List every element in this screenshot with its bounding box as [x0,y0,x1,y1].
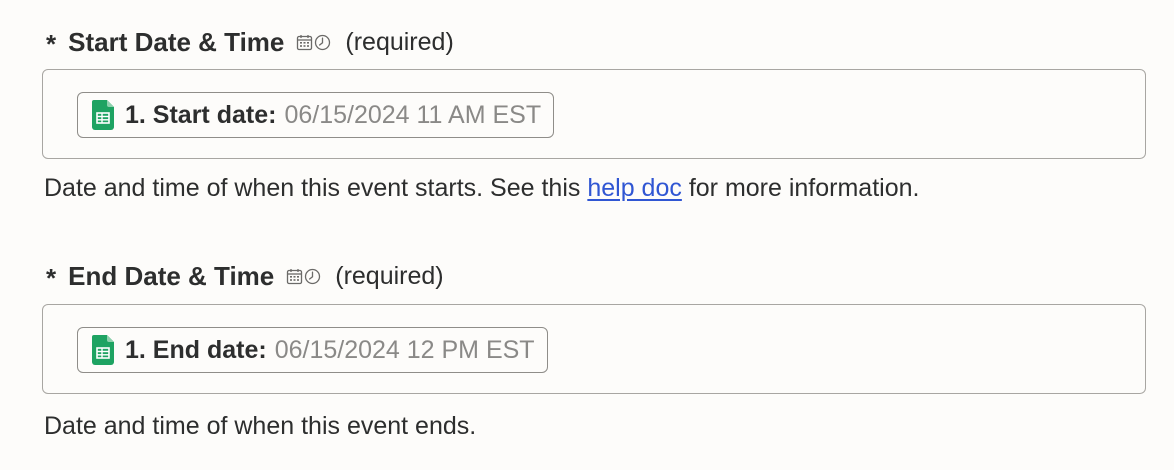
event-date-fields: * Start Date & Time (required) 1. Start … [0,0,1174,470]
pill-value: 06/15/2024 11 AM EST [284,100,542,129]
field-type-icons [286,268,321,285]
end-date-time-input[interactable]: 1. End date: 06/15/2024 12 PM EST [42,304,1146,394]
help-doc-link[interactable]: help doc [587,174,682,202]
field-type-icons [296,34,331,51]
field-label: Start Date & Time [68,26,285,57]
required-asterisk: * [46,263,57,293]
field-help-text: Date and time of when this event starts.… [44,174,919,203]
mapped-field-pill[interactable]: 1. End date: 06/15/2024 12 PM EST [77,327,548,373]
field-help-text: Date and time of when this event ends. [44,412,476,441]
help-text-before: Date and time of when this event starts.… [44,174,588,202]
help-text: Date and time of when this event ends. [44,412,477,440]
required-asterisk: * [46,29,57,59]
start-date-time-input[interactable]: 1. Start date: 06/15/2024 11 AM EST [42,69,1146,159]
mapped-field-pill[interactable]: 1. Start date: 06/15/2024 11 AM EST [77,92,555,138]
clock-icon [305,268,321,284]
field-label-row: * Start Date & Time (required) [46,24,454,60]
pill-value: 06/15/2024 12 PM EST [274,335,535,364]
pill-label: 1. End date: [125,335,267,364]
required-text: (required) [345,27,454,56]
google-sheets-icon [92,335,114,365]
google-sheets-icon [92,100,114,130]
required-text: (required) [335,261,444,290]
field-label-row: * End Date & Time (required) [46,258,444,294]
calendar-icon [287,268,303,284]
help-text-after: for more information. [681,174,920,202]
pill-label: 1. Start date: [125,100,277,129]
calendar-icon [297,34,313,50]
field-label: End Date & Time [68,260,275,291]
clock-icon [315,34,331,50]
